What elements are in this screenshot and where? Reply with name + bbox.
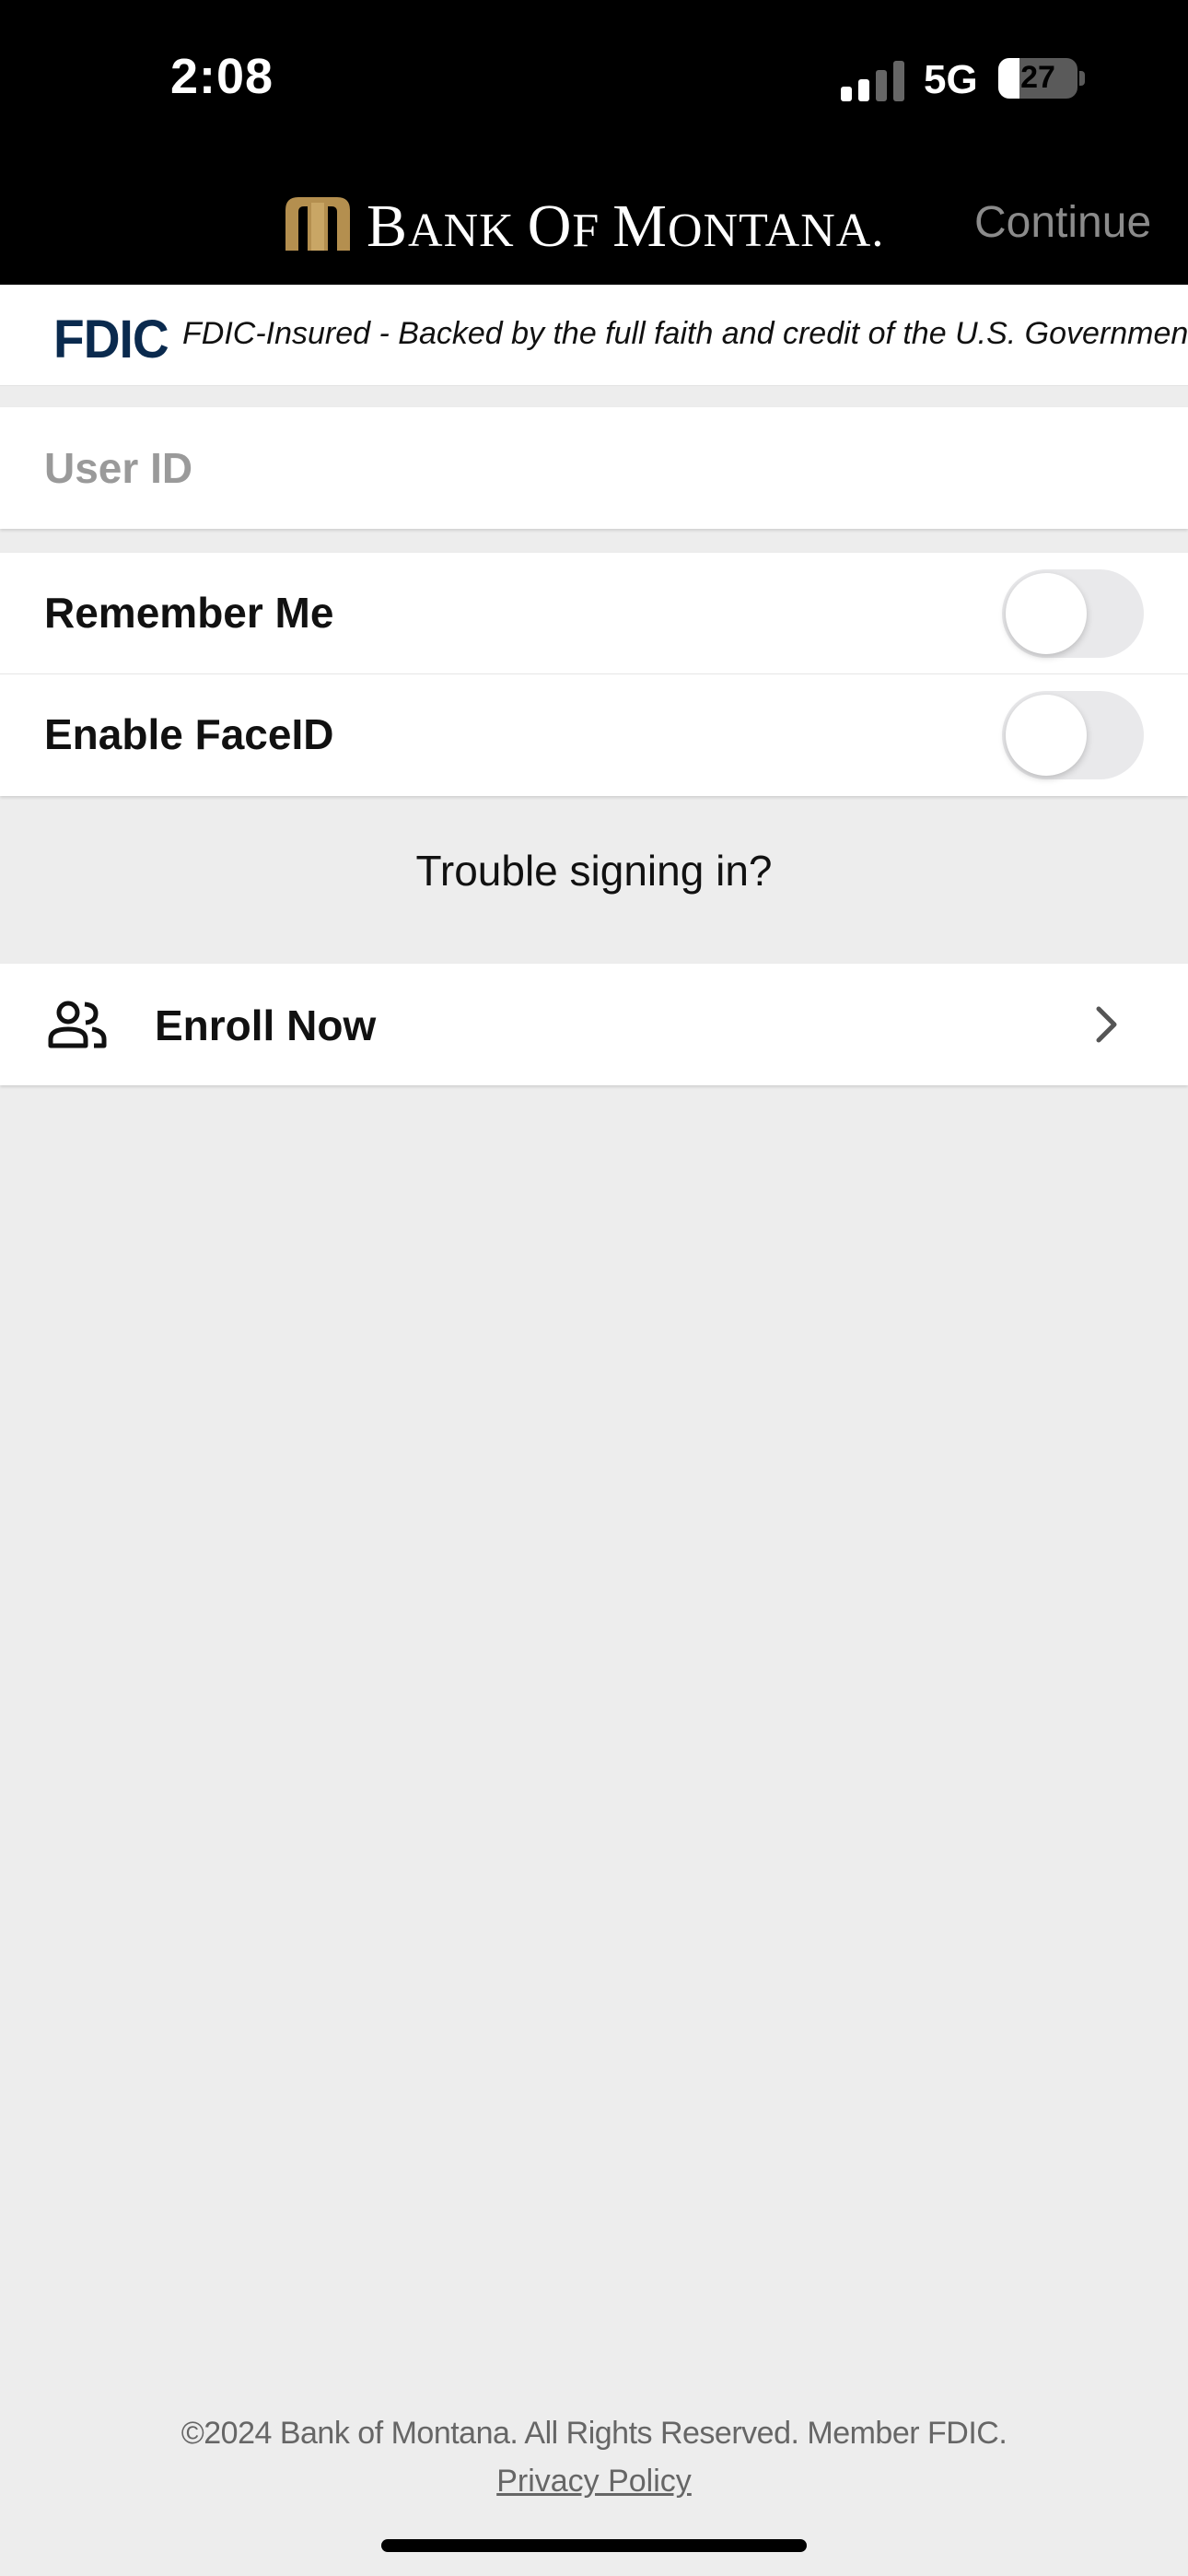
user-id-input[interactable] xyxy=(44,440,1140,496)
app-header: 2:08 5G 27 BANK OF MONTANA. Continue xyxy=(0,0,1188,285)
enable-faceid-label: Enable FaceID xyxy=(44,710,334,758)
enroll-now-label: Enroll Now xyxy=(155,1001,377,1049)
people-icon xyxy=(48,1001,107,1048)
battery-percent: 27 xyxy=(1020,60,1055,95)
status-time: 2:08 xyxy=(170,49,274,104)
bank-logo-text: BANK OF MONTANA. xyxy=(367,193,885,260)
trouble-signing-in-link[interactable]: Trouble signing in? xyxy=(0,846,1188,896)
remember-me-toggle[interactable] xyxy=(1002,569,1144,658)
bank-logo-icon xyxy=(285,197,350,251)
fdic-banner: FDIC FDIC-Insured - Backed by the full f… xyxy=(0,285,1188,386)
battery-tip xyxy=(1079,71,1085,86)
fdic-logo: FDIC xyxy=(53,310,169,369)
cellular-signal-icon xyxy=(841,61,904,101)
battery-icon: 27 xyxy=(998,58,1077,99)
enroll-now-row[interactable]: Enroll Now xyxy=(0,964,1188,1085)
user-id-card xyxy=(0,407,1188,529)
chevron-right-icon xyxy=(1096,1006,1117,1043)
remember-me-label: Remember Me xyxy=(44,589,334,637)
privacy-policy-link[interactable]: Privacy Policy xyxy=(0,2464,1188,2500)
fdic-disclosure: FDIC-Insured - Backed by the full faith … xyxy=(182,316,1188,351)
continue-button[interactable]: Continue xyxy=(974,197,1151,248)
enable-faceid-toggle[interactable] xyxy=(1002,691,1144,779)
enable-faceid-row: Enable FaceID xyxy=(0,674,1188,796)
home-indicator xyxy=(381,2539,807,2552)
footer-copyright: ©2024 Bank of Montana. All Rights Reserv… xyxy=(181,2416,1007,2451)
settings-card: Remember Me Enable FaceID xyxy=(0,553,1188,796)
remember-me-row: Remember Me xyxy=(0,553,1188,674)
network-type: 5G xyxy=(924,57,978,102)
